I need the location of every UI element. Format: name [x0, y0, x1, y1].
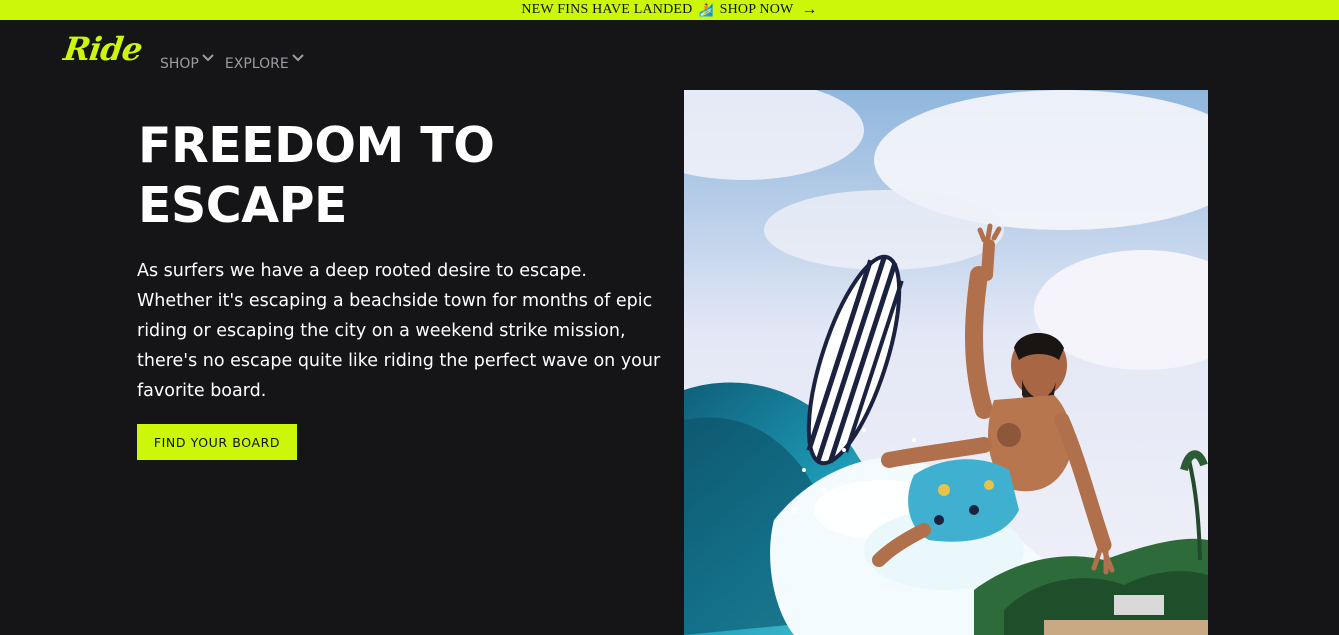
nav-item-label: SHOP [160, 56, 199, 72]
surfer-photo [684, 90, 1208, 635]
announcement-text: NEW FINS HAVE LANDED [521, 2, 693, 17]
logo[interactable]: Ride [61, 30, 144, 68]
nav-item-label: EXPLORE [224, 56, 289, 72]
hero-description-line: favorite board. [137, 381, 267, 401]
surfer-illustration [684, 90, 1208, 635]
chevron-down-icon [202, 54, 214, 62]
hero-description-line: Whether it's escaping a beachside town f… [137, 291, 653, 311]
arrow-right-icon[interactable]: → [801, 2, 817, 18]
main-nav: SHOP EXPLORE [160, 52, 305, 72]
shop-now-link[interactable]: SHOP NOW [720, 2, 794, 18]
hero-title-line-1: FREEDOM TO [138, 117, 495, 174]
chevron-down-icon [291, 54, 304, 62]
wave-icon: 🏄 [698, 3, 714, 17]
hero-description-line: As surfers we have a deep rooted desire … [137, 261, 587, 281]
hero-description-line: there's no escape quite like riding the … [137, 351, 661, 371]
hero-description-line: riding or escaping the city on a weekend… [137, 321, 626, 341]
hero-title: FREEDOM TO ESCAPE [138, 116, 558, 236]
hero-description: As surfers we have a deep rooted desire … [137, 256, 672, 406]
hero-title-line-2: ESCAPE [138, 177, 348, 234]
find-your-board-button[interactable]: FIND YOUR BOARD [137, 424, 297, 460]
nav-item-shop[interactable]: SHOP [160, 52, 215, 72]
nav-item-explore[interactable]: EXPLORE [225, 52, 305, 72]
announcement-bar: NEW FINS HAVE LANDED 🏄 SHOP NOW → [0, 0, 1339, 20]
